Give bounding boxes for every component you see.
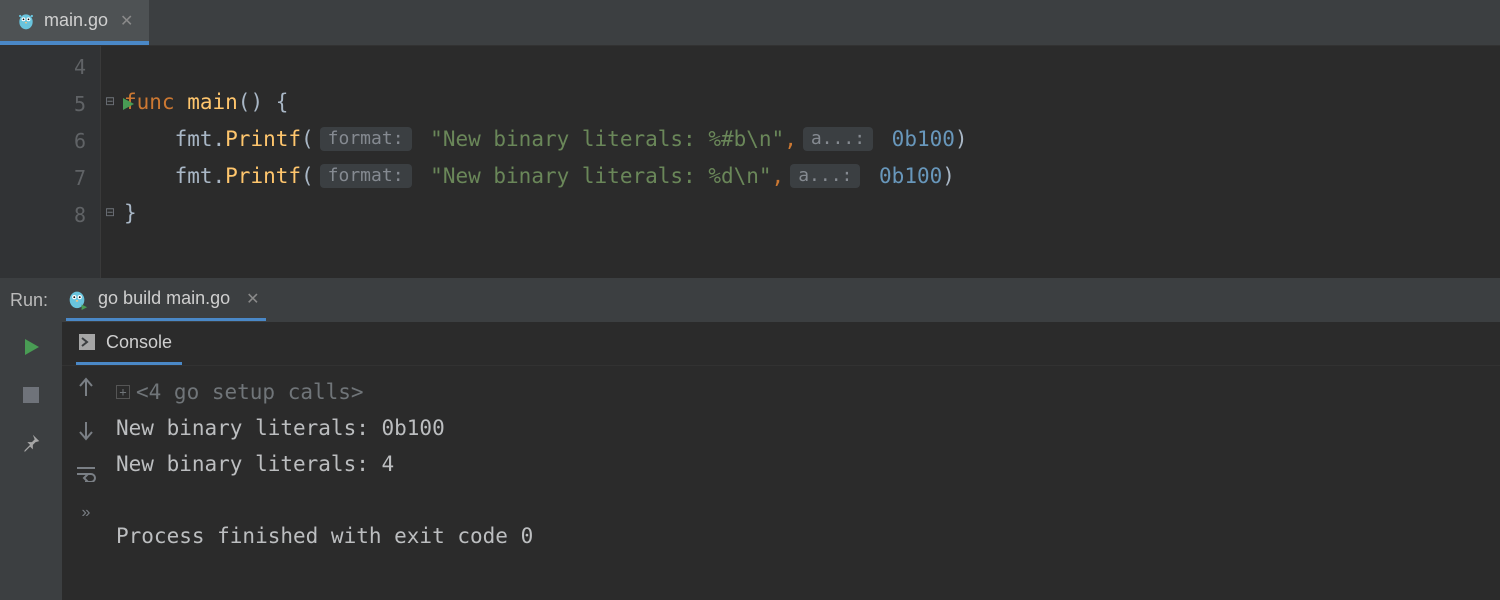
code-line[interactable]: func main() {: [124, 83, 1500, 120]
run-config-tab[interactable]: go build main.go ✕: [66, 280, 266, 321]
soft-wrap-icon[interactable]: [75, 464, 97, 482]
run-toolbar: [0, 322, 62, 600]
editor-tabstrip: main.go ✕: [0, 0, 1500, 46]
code-line[interactable]: }: [124, 194, 1500, 231]
run-panel-label: Run:: [10, 290, 48, 311]
editor-gutter: 45678: [0, 46, 100, 278]
console-icon: [78, 333, 96, 351]
fold-start-icon[interactable]: ⊟: [105, 95, 115, 107]
stop-button[interactable]: [18, 382, 44, 408]
console-line: Process finished with exit code 0: [116, 518, 1500, 554]
expand-icon[interactable]: +: [116, 385, 130, 399]
code-line[interactable]: fmt.Printf(format: "New binary literals:…: [124, 120, 1500, 157]
gutter-line-number: 4: [0, 48, 100, 85]
console-line: [116, 482, 1500, 518]
run-line-marker[interactable]: [120, 96, 136, 112]
code-editor[interactable]: 45678 ⊟⊟ func main() { fmt.Printf(format…: [0, 46, 1500, 278]
console-tab[interactable]: Console: [76, 322, 182, 365]
gutter-line-number: 6: [0, 122, 100, 159]
code-line[interactable]: fmt.Printf(format: "New binary literals:…: [124, 157, 1500, 194]
close-icon[interactable]: ✕: [116, 11, 133, 31]
scroll-to-end-icon[interactable]: »: [82, 504, 91, 522]
console-body: » +<4 go setup calls>New binary literals…: [62, 366, 1500, 600]
code-line[interactable]: [124, 46, 1500, 83]
code-area[interactable]: func main() { fmt.Printf(format: "New bi…: [122, 46, 1500, 278]
console-tab-label: Console: [106, 332, 172, 353]
fold-column[interactable]: ⊟⊟: [100, 46, 122, 278]
scroll-up-icon[interactable]: [77, 376, 95, 398]
run-config-name: go build main.go: [98, 288, 230, 309]
console-line: New binary literals: 0b100: [116, 410, 1500, 446]
inlay-hint: format:: [320, 164, 412, 188]
inlay-hint: format:: [320, 127, 412, 151]
gutter-line-number: 8: [0, 196, 100, 233]
close-icon[interactable]: ✕: [240, 289, 259, 309]
pin-button[interactable]: [18, 430, 44, 456]
scroll-down-icon[interactable]: [77, 420, 95, 442]
fold-end-icon[interactable]: ⊟: [105, 206, 115, 218]
editor-tab-label: main.go: [44, 10, 108, 31]
console-gutter: »: [62, 366, 110, 600]
inlay-hint: a...:: [790, 164, 860, 188]
inlay-hint: a...:: [803, 127, 873, 151]
run-toolwindow: Console: [0, 322, 1500, 600]
console-output[interactable]: +<4 go setup calls>New binary literals: …: [110, 366, 1500, 600]
run-toolwindow-header: Run: go build main.go ✕: [0, 278, 1500, 322]
run-content: Console: [62, 322, 1500, 600]
editor-tab-main-go[interactable]: main.go ✕: [0, 0, 149, 45]
go-file-icon: [16, 11, 36, 31]
run-button[interactable]: [18, 334, 44, 360]
gutter-line-number: 5: [0, 85, 100, 122]
go-file-icon: [66, 288, 88, 310]
console-line: New binary literals: 4: [116, 446, 1500, 482]
console-tabbar: Console: [62, 322, 1500, 366]
gutter-line-number: 7: [0, 159, 100, 196]
console-folded-region[interactable]: +<4 go setup calls>: [116, 374, 1500, 410]
